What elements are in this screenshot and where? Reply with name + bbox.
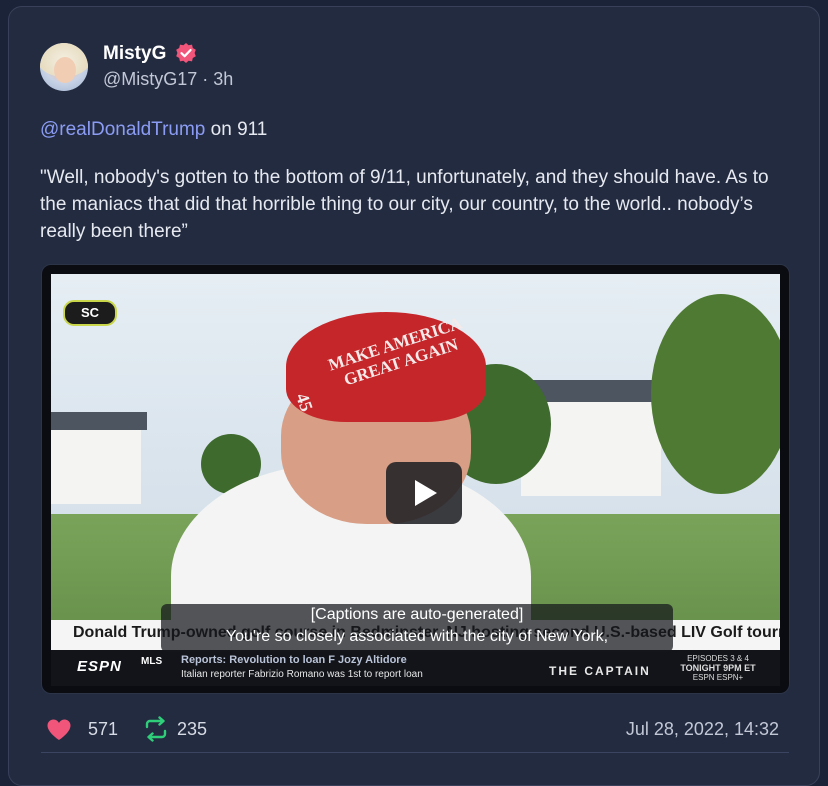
timestamp-ago[interactable]: 3h bbox=[213, 69, 233, 89]
video-roof-right bbox=[527, 380, 657, 402]
captions-box: [Captions are auto-generated] You're so … bbox=[161, 604, 673, 652]
post-text: "Well, nobody's gotten to the bottom of … bbox=[40, 167, 769, 242]
mention-line: @realDonaldTrump on 911 bbox=[40, 119, 267, 141]
author-handle[interactable]: @MistyG17 bbox=[103, 69, 197, 89]
ticker-label: MLS bbox=[141, 656, 163, 667]
news-ticker: ESPN MLS Reports: Revolution to loan F J… bbox=[51, 650, 780, 686]
video-frame: MAKE AMERICA GREAT AGAIN 45 SC Donald Tr… bbox=[51, 274, 780, 686]
repost-icon[interactable] bbox=[142, 716, 170, 742]
video-tree bbox=[651, 294, 780, 494]
ticker-headline: Reports: Revolution to loan F Jozy Altid… bbox=[181, 654, 407, 666]
video-roof-left bbox=[51, 412, 147, 430]
video-house-left bbox=[51, 424, 141, 504]
network-logo: ESPN bbox=[77, 658, 122, 675]
promo-line: TONIGHT 9PM ET bbox=[680, 663, 756, 673]
captions-line: [Captions are auto-generated] bbox=[310, 606, 524, 623]
repost-count: 235 bbox=[177, 719, 208, 739]
verified-badge-icon bbox=[176, 43, 196, 63]
separator: · bbox=[202, 69, 209, 89]
channel-logo: SC bbox=[63, 300, 117, 326]
promo-line: ESPN ESPN+ bbox=[692, 673, 744, 682]
video-player[interactable]: MAKE AMERICA GREAT AGAIN 45 SC Donald Tr… bbox=[41, 264, 790, 694]
avatar-face bbox=[54, 57, 76, 83]
mention-link[interactable]: @realDonaldTrump bbox=[40, 119, 205, 140]
promo-title: THE CAPTAIN bbox=[549, 664, 651, 678]
divider bbox=[41, 752, 789, 753]
author-name[interactable]: MistyG bbox=[103, 43, 166, 65]
captions-line: You're so closely associated with the ci… bbox=[225, 628, 609, 645]
mention-suffix: on 911 bbox=[210, 119, 268, 140]
post-card: MistyG @MistyG17 · 3h @realDonaldTrump on … bbox=[8, 6, 820, 786]
avatar[interactable] bbox=[40, 43, 88, 91]
like-count: 571 bbox=[88, 719, 119, 739]
ticker-subline: Italian reporter Fabrizio Romano was 1st… bbox=[181, 669, 423, 680]
promo-line: EPISODES 3 & 4 bbox=[687, 654, 749, 663]
play-icon[interactable] bbox=[386, 462, 462, 524]
author-handle-line: @MistyG17 · 3h bbox=[103, 69, 233, 90]
promo-box: EPISODES 3 & 4 TONIGHT 9PM ET ESPN ESPN+ bbox=[663, 654, 773, 682]
heart-icon[interactable] bbox=[46, 718, 72, 742]
post-date[interactable]: Jul 28, 2022, 14:32 bbox=[626, 719, 779, 740]
